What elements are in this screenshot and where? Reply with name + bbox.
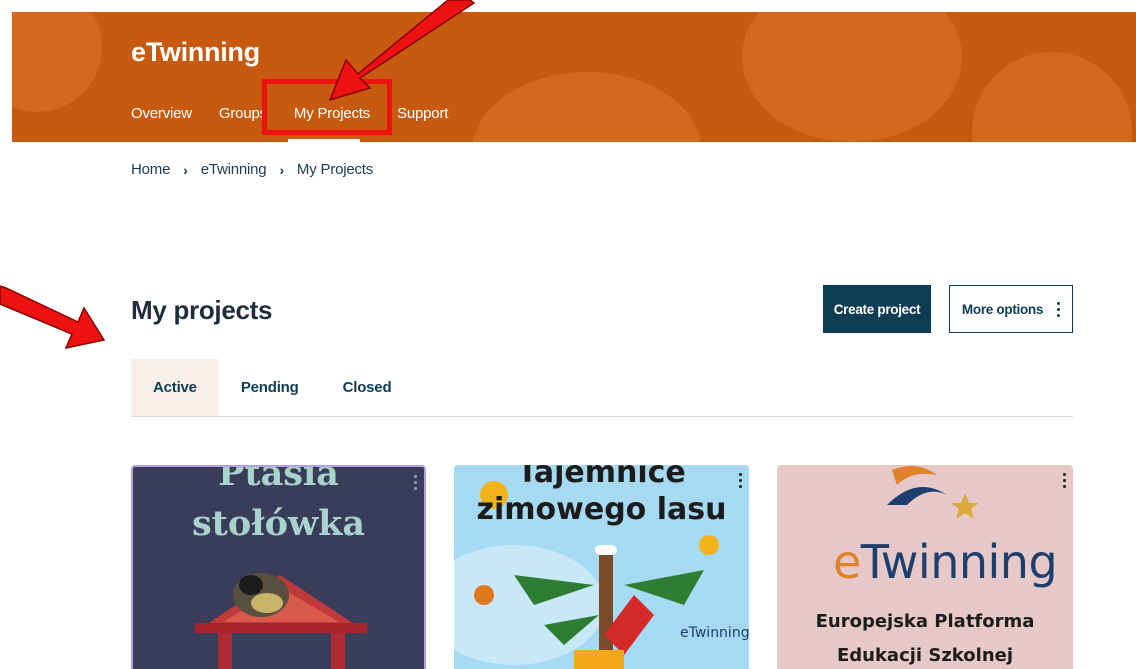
- chevron-right-icon: ›: [279, 161, 284, 178]
- header-decoration: [972, 52, 1132, 142]
- tab-pending[interactable]: Pending: [219, 359, 321, 416]
- project-tabs: Active Pending Closed: [131, 359, 1073, 417]
- header-decoration: [742, 12, 962, 142]
- annotation-arrow-icon: [0, 285, 106, 350]
- breadcrumb-home[interactable]: Home: [131, 161, 170, 178]
- card-etwinning-badge: eTwinning: [680, 625, 749, 641]
- site-header: eTwinning Overview Groups My Projects Su…: [12, 12, 1136, 142]
- project-card[interactable]: Tajemnice zimowego lasu eTwinning: [454, 465, 749, 669]
- bird-feeder-illustration: [195, 573, 367, 669]
- chevron-right-icon: ›: [183, 161, 188, 178]
- card-logo-text: eTwinning: [833, 535, 1058, 589]
- card-title-line: Tajemnice: [517, 465, 686, 490]
- header-decoration: [472, 72, 702, 142]
- nav-support[interactable]: Support: [397, 105, 448, 122]
- more-options-label: More options: [961, 301, 1044, 317]
- site-brand[interactable]: eTwinning: [131, 37, 260, 68]
- card-menu-icon[interactable]: [1063, 473, 1066, 488]
- card-menu-icon[interactable]: [414, 475, 417, 490]
- project-card[interactable]: eTwinning Europejska Platforma Edukacji …: [777, 465, 1073, 669]
- tab-closed[interactable]: Closed: [321, 359, 414, 416]
- page: eTwinning Overview Groups My Projects Su…: [0, 0, 1136, 669]
- breadcrumb-etwinning[interactable]: eTwinning: [201, 161, 267, 178]
- nav-groups[interactable]: Groups: [219, 105, 267, 122]
- project-card[interactable]: Ptasia stołówka: [131, 465, 426, 669]
- active-nav-indicator: [288, 139, 360, 142]
- more-options-button[interactable]: More options: [949, 285, 1073, 333]
- card-menu-icon[interactable]: [739, 473, 742, 488]
- card-title-line: zimowego lasu: [476, 492, 727, 527]
- breadcrumb-current: My Projects: [296, 161, 374, 178]
- kebab-icon: [1057, 301, 1061, 317]
- header-decoration: [12, 12, 102, 112]
- nav-overview[interactable]: Overview: [131, 105, 192, 122]
- tab-active[interactable]: Active: [131, 359, 219, 416]
- logo-word: Twinning: [860, 535, 1058, 589]
- create-project-button[interactable]: Create project: [823, 285, 931, 333]
- card-subtitle-line: Europejska Platforma: [815, 611, 1035, 632]
- annotation-highlight-box: [262, 79, 392, 135]
- card-subtitle-line: Edukacji Szkolnej: [836, 645, 1014, 666]
- breadcrumb: Home › eTwinning › My Projects: [131, 161, 373, 178]
- page-title: My projects: [131, 295, 273, 325]
